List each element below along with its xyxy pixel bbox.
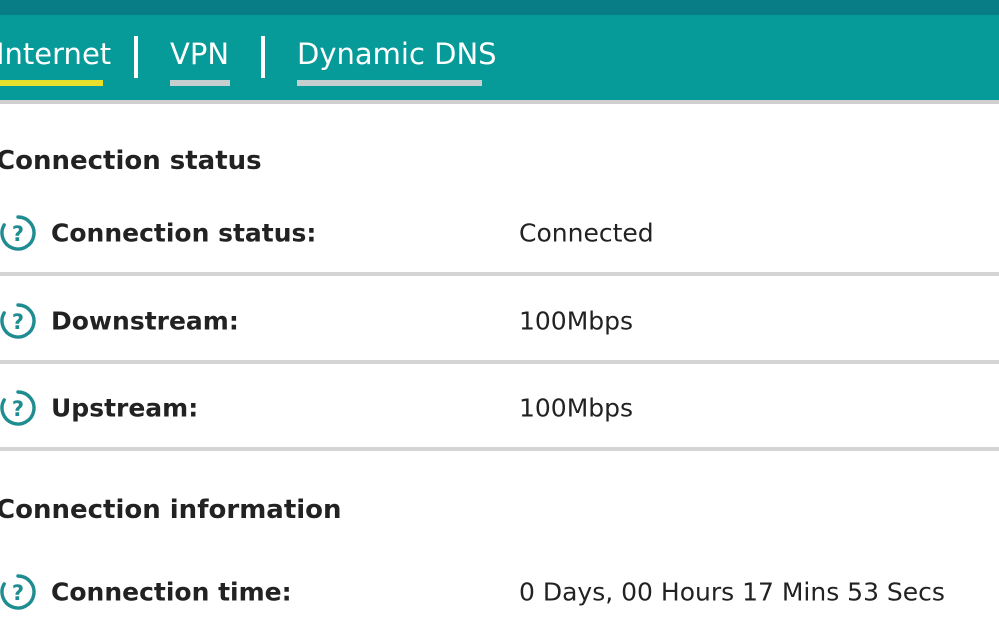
row-value: 0 Days, 00 Hours 17 Mins 53 Secs	[519, 577, 945, 607]
row-label: Upstream:	[51, 393, 199, 423]
tab-separator	[134, 36, 138, 78]
status-row-connection-status: ? Connection status: Connected	[0, 190, 999, 276]
row-value: 100Mbps	[519, 393, 634, 423]
section-title-connection-information: Connection information	[0, 495, 342, 525]
row-divider	[0, 360, 999, 364]
tab-vpn-label: VPN	[170, 37, 230, 71]
tab-bar	[0, 15, 999, 100]
row-divider	[0, 447, 999, 451]
help-circle-icon[interactable]: ?	[0, 574, 36, 610]
help-circle-icon[interactable]: ?	[0, 215, 36, 251]
tab-vpn-underline	[170, 80, 230, 86]
tab-dynamic-dns-underline	[297, 80, 482, 86]
svg-text:?: ?	[12, 222, 24, 246]
row-value: 100Mbps	[519, 306, 634, 336]
row-label: Connection time:	[51, 577, 292, 607]
help-circle-icon[interactable]: ?	[0, 390, 36, 426]
svg-text:?: ?	[12, 310, 24, 334]
tab-dynamic-dns[interactable]: Dynamic DNS	[297, 22, 497, 86]
status-row-upstream: ? Upstream: 100Mbps	[0, 365, 999, 451]
tab-dynamic-dns-label: Dynamic DNS	[297, 37, 497, 71]
section-title-connection-status: Connection status	[0, 146, 262, 176]
tab-separator	[261, 36, 265, 78]
top-bar	[0, 0, 999, 15]
info-row-connection-time: ? Connection time: 0 Days, 00 Hours 17 M…	[0, 550, 999, 634]
row-divider	[0, 272, 999, 276]
tab-internet[interactable]: Internet	[0, 22, 112, 86]
tab-bar-shadow	[0, 100, 999, 104]
row-value: Connected	[519, 218, 654, 248]
tab-internet-label: Internet	[0, 37, 112, 71]
row-label: Connection status:	[51, 218, 317, 248]
tab-vpn[interactable]: VPN	[170, 22, 230, 86]
svg-text:?: ?	[12, 581, 24, 605]
row-label: Downstream:	[51, 306, 239, 336]
status-row-downstream: ? Downstream: 100Mbps	[0, 278, 999, 364]
svg-text:?: ?	[12, 397, 24, 421]
help-circle-icon[interactable]: ?	[0, 303, 36, 339]
tab-internet-underline	[0, 80, 103, 86]
